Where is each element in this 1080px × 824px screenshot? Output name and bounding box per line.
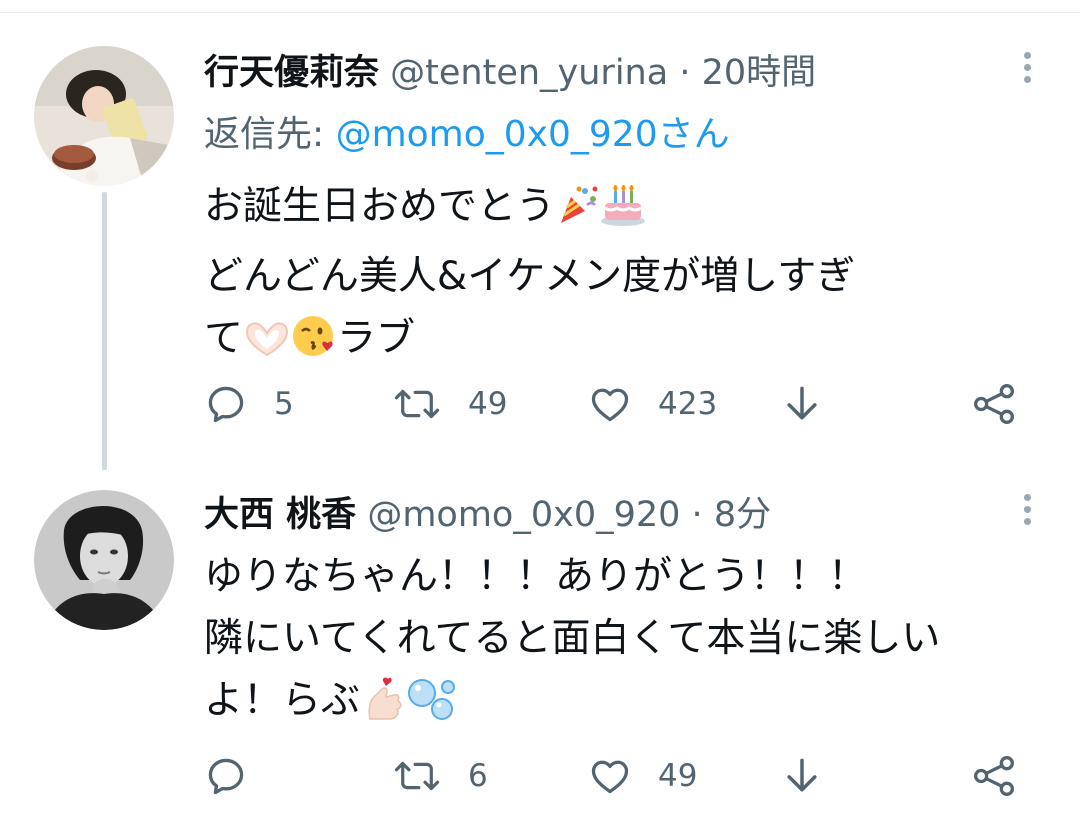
birthday-cake-icon	[599, 183, 647, 246]
reply-count: 5	[274, 386, 294, 422]
download-button[interactable]	[780, 746, 824, 806]
tweet-text: ゆりなちゃん！！！ありがとう！！！ 隣にいてくれてると面白くて本当に楽しい よ！…	[204, 546, 1054, 740]
like-count: 423	[658, 386, 718, 422]
tweet-text-line: 隣にいてくれてると面白くて本当に楽しい	[204, 616, 941, 661]
timestamp[interactable]: 20時間	[702, 53, 817, 93]
retweet-icon	[392, 382, 442, 426]
action-bar: 5 49 423	[0, 374, 1080, 434]
face-blowing-kiss-icon	[291, 313, 337, 378]
reply-button[interactable]	[204, 746, 274, 806]
retweet-button[interactable]: 49	[392, 374, 507, 434]
user-handle[interactable]: @momo_0x0_920	[367, 495, 680, 535]
reply-button[interactable]: 5	[204, 374, 294, 434]
reply-icon	[204, 754, 248, 798]
bubbles-icon	[406, 675, 458, 740]
party-popper-icon	[555, 183, 599, 246]
avatar[interactable]	[34, 46, 174, 186]
retweet-count: 6	[468, 758, 488, 794]
display-name[interactable]: 大西 桃香	[204, 495, 356, 535]
timestamp[interactable]: 8分	[714, 495, 771, 535]
retweet-button[interactable]: 6	[392, 746, 488, 806]
download-arrow-icon	[780, 382, 824, 426]
action-bar: 6 49	[0, 746, 1080, 806]
user-handle[interactable]: @tenten_yurina	[390, 53, 668, 93]
reply-to-label: 返信先:	[204, 114, 336, 155]
share-button[interactable]	[970, 746, 1018, 806]
tweet-reply-1[interactable]: 行天優莉奈 @tenten_yurina · 20時間 返信先: @momo_0…	[0, 0, 1080, 450]
reply-to-mention[interactable]: @momo_0x0_920さん	[336, 114, 730, 155]
download-button[interactable]	[780, 374, 824, 434]
tweet-header: 大西 桃香 @momo_0x0_920 · 8分	[204, 490, 771, 540]
share-icon	[970, 754, 1018, 798]
download-arrow-icon	[780, 754, 824, 798]
text-segment: よ！らぶ	[204, 678, 361, 723]
more-options-icon[interactable]	[1022, 52, 1032, 86]
like-count: 49	[658, 758, 698, 794]
share-button[interactable]	[970, 374, 1018, 434]
finger-heart-icon	[360, 675, 406, 740]
separator-dot: ·	[691, 495, 703, 535]
tweet-text-line: お誕生日おめでとう	[204, 176, 1054, 246]
tweet-text: お誕生日おめでとう どんどん美人&イケメン度が増しすぎ て ラブ	[204, 176, 1054, 378]
like-button[interactable]: 49	[588, 746, 697, 806]
heart-icon	[588, 382, 632, 426]
text-segment: て	[204, 316, 244, 361]
tweet-text-line: よ！らぶ	[204, 670, 1054, 740]
tweet-header: 行天優莉奈 @tenten_yurina · 20時間	[204, 48, 816, 98]
like-button[interactable]: 423	[588, 374, 717, 434]
retweet-icon	[392, 754, 442, 798]
tweet-text-line: て ラブ	[204, 308, 1054, 378]
reply-to: 返信先: @momo_0x0_920さん	[204, 110, 730, 160]
share-icon	[970, 382, 1018, 426]
heart-icon	[588, 754, 632, 798]
heart-hands-icon	[243, 316, 291, 378]
separator-dot: ·	[679, 53, 691, 93]
tweet-text-line: どんどん美人&イケメン度が増しすぎ	[204, 254, 856, 299]
avatar[interactable]	[34, 490, 174, 630]
tweet-reply-2[interactable]: 大西 桃香 @momo_0x0_920 · 8分 ゆりなちゃん！！！ありがとう！…	[0, 450, 1080, 824]
display-name[interactable]: 行天優莉奈	[204, 53, 379, 93]
tweet-text-line: ゆりなちゃん！！！ありがとう！！！	[204, 554, 868, 599]
text-segment: ラブ	[337, 316, 416, 361]
more-options-icon[interactable]	[1022, 494, 1032, 528]
retweet-count: 49	[468, 386, 508, 422]
reply-icon	[204, 382, 248, 426]
text-segment: お誕生日おめでとう	[204, 184, 556, 229]
